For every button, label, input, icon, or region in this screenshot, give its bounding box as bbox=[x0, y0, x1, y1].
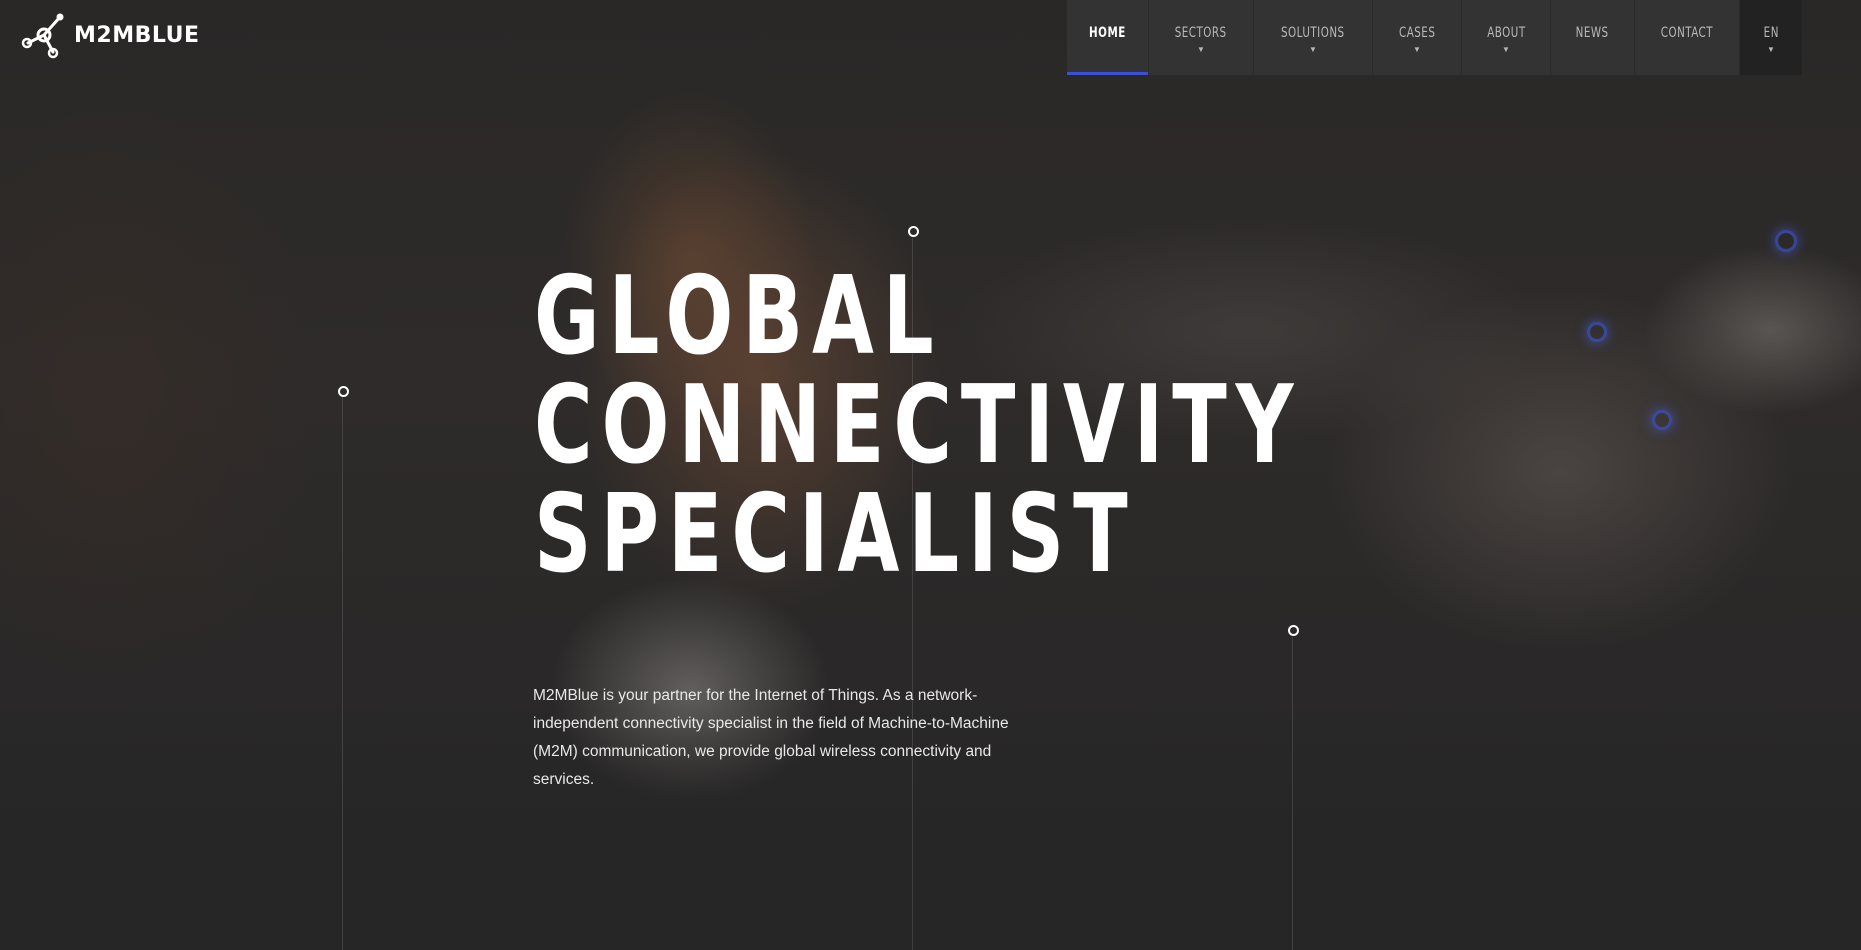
caret-down-icon: ▼ bbox=[1767, 45, 1775, 54]
hero-intro-text: M2MBlue is your partner for the Internet… bbox=[533, 687, 1009, 788]
decorative-line bbox=[342, 396, 343, 950]
decorative-line bbox=[1292, 637, 1293, 950]
headline-line: GLOBAL bbox=[534, 254, 943, 379]
headline-line: SPECIALIST bbox=[534, 472, 1137, 597]
nav-label: NEWS bbox=[1575, 25, 1609, 41]
nav-label: CONTACT bbox=[1660, 25, 1714, 41]
language-label: EN bbox=[1763, 25, 1779, 41]
hero-headline: GLOBAL CONNECTIVITY SPECIALIST bbox=[534, 262, 1302, 589]
network-node-glow bbox=[1587, 322, 1607, 342]
logo-wordmark: M2MBLUE bbox=[74, 22, 200, 48]
page: M2MBLUE HOME SECTORS ▼ SOLUTIONS ▼ CASES… bbox=[0, 0, 1861, 950]
nav-item-home[interactable]: HOME bbox=[1067, 0, 1149, 75]
nav-item-news[interactable]: NEWS bbox=[1551, 0, 1635, 75]
nav-item-solutions[interactable]: SOLUTIONS ▼ bbox=[1254, 0, 1373, 75]
molecule-node-icon bbox=[21, 13, 64, 59]
nav-label: SOLUTIONS bbox=[1281, 25, 1345, 41]
nav-label: SECTORS bbox=[1175, 25, 1227, 41]
nav-item-contact[interactable]: CONTACT bbox=[1635, 0, 1740, 75]
caret-down-icon: ▼ bbox=[1309, 45, 1317, 54]
decorative-node-circle bbox=[338, 386, 349, 397]
headline-line: CONNECTIVITY bbox=[534, 363, 1303, 488]
caret-down-icon: ▼ bbox=[1413, 45, 1421, 54]
decorative-node-circle bbox=[908, 226, 919, 237]
caret-down-icon: ▼ bbox=[1197, 45, 1205, 54]
nav-label: CASES bbox=[1398, 25, 1436, 41]
site-logo[interactable]: M2MBLUE bbox=[20, 12, 200, 59]
caret-down-icon: ▼ bbox=[1502, 45, 1510, 54]
network-node-glow bbox=[1652, 410, 1672, 430]
language-selector[interactable]: EN ▼ bbox=[1740, 0, 1803, 75]
nav-label: HOME bbox=[1089, 25, 1126, 41]
nav-label: ABOUT bbox=[1486, 25, 1526, 41]
network-node-glow bbox=[1775, 230, 1797, 252]
main-navigation: HOME SECTORS ▼ SOLUTIONS ▼ CASES ▼ ABOUT… bbox=[1067, 0, 1803, 75]
nav-item-cases[interactable]: CASES ▼ bbox=[1373, 0, 1462, 75]
nav-item-sectors[interactable]: SECTORS ▼ bbox=[1149, 0, 1254, 75]
decorative-node-circle bbox=[1288, 625, 1299, 636]
nav-item-about[interactable]: ABOUT ▼ bbox=[1462, 0, 1551, 75]
